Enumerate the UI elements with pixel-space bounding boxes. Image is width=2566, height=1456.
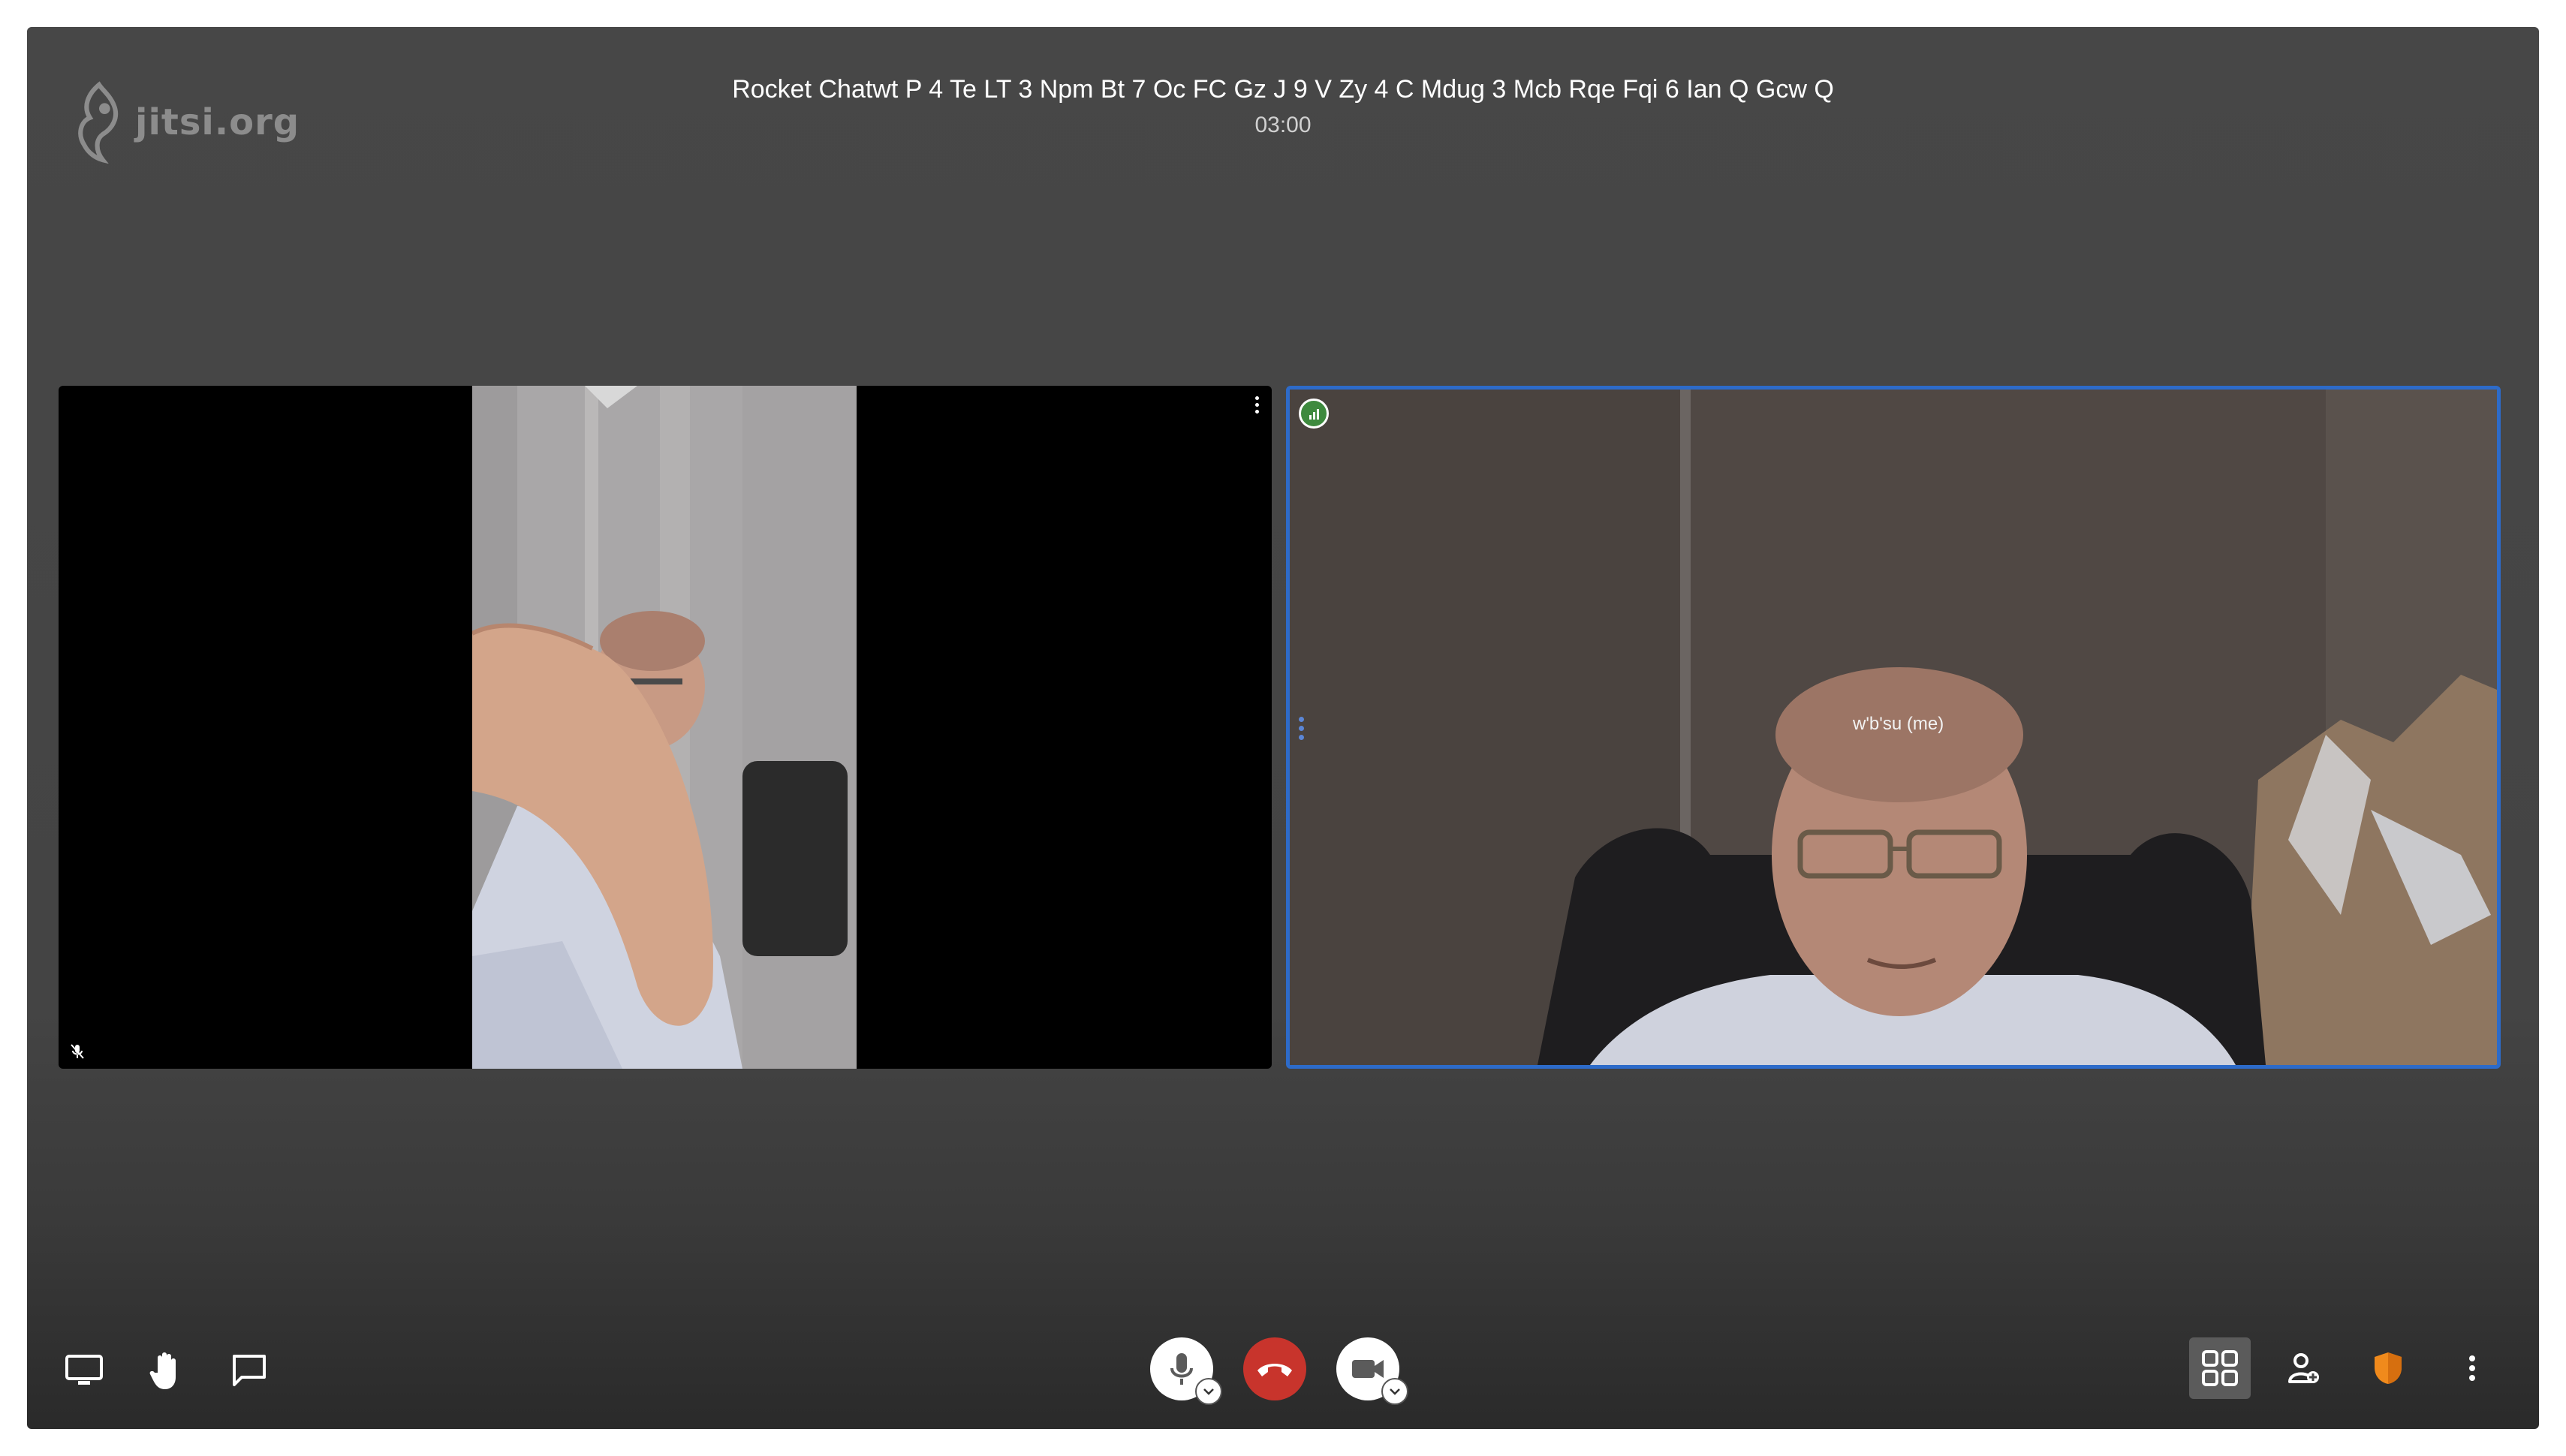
microphone-button[interactable] (1150, 1337, 1222, 1405)
more-vertical-icon (2469, 1355, 2475, 1381)
toolbar-center (1150, 1337, 1408, 1405)
hand-icon (149, 1352, 176, 1389)
microphone-options-button[interactable] (1195, 1378, 1222, 1405)
remote-muted-mic-icon (68, 1042, 87, 1061)
local-display-name: w'b'su (me) (1853, 714, 1944, 734)
grid-icon (2202, 1350, 2238, 1386)
desktop-icon (65, 1355, 103, 1385)
meeting-window: jitsi.org Rocket Chatwt P 4 Te LT 3 Npm … (27, 27, 2539, 1429)
screen-share-button[interactable] (63, 1349, 105, 1391)
more-actions-button[interactable] (2441, 1337, 2503, 1399)
add-person-icon (2288, 1353, 2319, 1383)
camera-options-button[interactable] (1381, 1378, 1408, 1405)
chat-button[interactable] (228, 1349, 270, 1391)
remote-participant-tile[interactable] (59, 386, 1272, 1069)
tile-view-button[interactable] (2189, 1337, 2251, 1399)
connection-indicator-icon[interactable] (1299, 399, 1329, 429)
chat-icon (233, 1355, 266, 1386)
meeting-title: Rocket Chatwt P 4 Te LT 3 Npm Bt 7 Oc FC… (732, 75, 1834, 104)
security-options-button[interactable] (2357, 1337, 2419, 1399)
hangup-button[interactable] (1243, 1337, 1306, 1400)
chevron-down-icon (1203, 1388, 1214, 1395)
remote-tile-menu-button[interactable] (1252, 396, 1261, 419)
microphone-icon (1170, 1353, 1193, 1385)
toolbar-left (63, 1349, 270, 1391)
meeting-timer: 03:00 (1254, 113, 1312, 137)
chevron-down-icon (1390, 1388, 1400, 1395)
camera-button[interactable] (1336, 1337, 1408, 1405)
raise-hand-button[interactable] (146, 1349, 188, 1391)
local-participant-tile[interactable]: w'b'su (me) (1286, 386, 2501, 1069)
shield-icon (2375, 1352, 2402, 1384)
video-camera-icon (1352, 1360, 1384, 1378)
invite-people-button[interactable] (2273, 1337, 2335, 1399)
toolbar-right (2189, 1337, 2503, 1399)
remote-video (472, 386, 857, 1069)
tile-drag-handle[interactable] (1299, 717, 1305, 747)
phone-hangup-icon (1257, 1364, 1292, 1376)
